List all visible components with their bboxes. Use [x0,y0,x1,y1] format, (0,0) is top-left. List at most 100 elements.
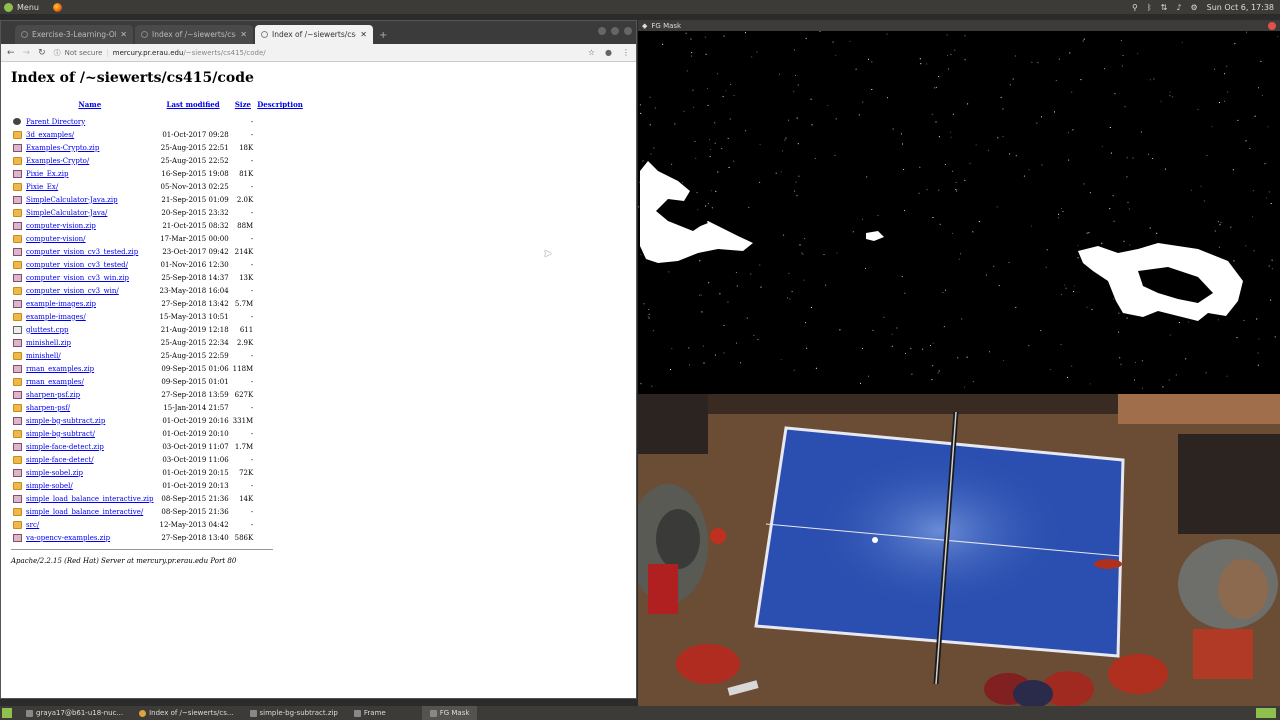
name-column-header[interactable]: Name [24,100,156,115]
size-cell: 214K [234,247,254,256]
network-icon[interactable]: ⇅ [1161,3,1168,12]
address-bar[interactable]: ⓘ Not secure | mercury.pr.erau.edu/~siew… [54,48,580,58]
table-row: va-opencv-examples.zip 27-Sep-2018 13:40 5… [11,531,305,544]
tab-exercise[interactable]: Exercise-3-Learning-Obje ✕ [15,25,133,44]
show-desktop-icon[interactable] [2,708,12,718]
location-icon[interactable]: ⚲ [1132,3,1138,12]
file-link[interactable]: Pixie_Ex/ [26,183,58,191]
fg-mask-close-button[interactable] [1268,21,1276,30]
file-link[interactable]: computer_vision_cv3_tested/ [26,261,128,269]
file-link[interactable]: computer_vision_cv3_win/ [26,287,119,295]
file-link[interactable]: va-opencv-examples.zip [26,534,110,542]
file-link[interactable]: computer-vision/ [26,235,86,243]
tab-close-icon[interactable]: ✕ [240,30,247,39]
folder-icon [13,260,22,269]
tab-index-active[interactable]: Index of /~siewerts/cs41 ✕ [255,25,373,44]
directory-listing: Name Last modified Size Description Pare… [11,100,305,544]
tab-favicon-icon [141,31,148,38]
settings-icon[interactable]: ⚙ [1190,3,1197,12]
file-link[interactable]: src/ [26,521,39,529]
size-cell: - [250,481,254,490]
forward-icon[interactable]: → [23,48,31,58]
file-link[interactable]: Pixie_Ex.zip [26,170,68,178]
size-column-header[interactable]: Size [231,100,256,115]
date-cell: 03-Oct-2019 11:07 [162,442,229,451]
workspace-switcher-icon[interactable] [1256,708,1276,718]
table-row: computer-vision.zip 21-Oct-2015 08:32 88M [11,219,305,232]
file-link[interactable]: SimpleCalculator-Java/ [26,209,107,217]
maximize-button[interactable] [611,27,619,35]
taskbar-item-terminal[interactable]: graya17@b61-u18-nuc... [18,706,131,720]
file-link[interactable]: rman_examples/ [26,378,84,386]
taskbar-item-label: graya17@b61-u18-nuc... [36,709,124,717]
reload-icon[interactable]: ↻ [38,48,46,58]
taskbar-item-chrome[interactable]: Index of /~siewerts/cs... [131,706,241,720]
table-row: rman_examples/09-Sep-2015 01:01 - [11,375,305,388]
file-link[interactable]: simple-bg-subtract/ [26,430,95,438]
file-link[interactable]: gluttest.cpp [26,326,69,334]
file-link[interactable]: sharpen-psf/ [26,404,70,412]
taskbar-item-label: Index of /~siewerts/cs... [149,709,234,717]
more-menu-icon[interactable]: ⋮ [622,48,630,57]
file-link[interactable]: Examples-Crypto.zip [26,144,99,152]
menu-button[interactable]: Menu [0,2,62,12]
table-row: sharpen-psf.zip 27-Sep-2018 13:59 627K [11,388,305,401]
file-link[interactable]: simple-sobel.zip [26,469,83,477]
bookmark-star-icon[interactable]: ☆ [588,48,595,57]
zip-file-icon [13,494,22,503]
text-file-icon [13,325,22,334]
taskbar-item-fgmask[interactable]: FG Mask [421,706,478,720]
file-link[interactable]: computer-vision.zip [26,222,96,230]
back-icon[interactable]: ← [7,48,15,58]
profile-icon[interactable]: ● [605,48,612,57]
icon-column-header [11,100,24,115]
file-link[interactable]: minishell/ [26,352,61,360]
file-link[interactable]: simple-bg-subtract.zip [26,417,105,425]
file-link[interactable]: simple-face-detect/ [26,456,94,464]
tab-label: Index of /~siewerts/cs41 [272,30,357,39]
clock[interactable]: Sun Oct 6, 17:38 [1207,3,1274,12]
last-modified-column-header[interactable]: Last modified [156,100,231,115]
new-tab-button[interactable]: + [379,30,387,41]
volume-icon[interactable]: ♪ [1176,3,1181,12]
file-link[interactable]: Examples-Crypto/ [26,157,89,165]
file-link[interactable]: simple_load_balance_interactive/ [26,508,143,516]
file-link[interactable]: SimpleCalculator-Java.zip [26,196,118,204]
file-link[interactable]: simple-face-detect.zip [26,443,104,451]
file-link[interactable]: example-images.zip [26,300,96,308]
fg-mask-window: ◆ FG Mask [638,20,1280,394]
taskbar-item-frame[interactable]: Frame [346,706,394,720]
file-link[interactable]: simple-sobel/ [26,482,73,490]
file-link[interactable]: 3d_examples/ [26,131,74,139]
parent-directory-link[interactable]: Parent Directory [26,118,85,126]
description-cell [255,284,305,297]
file-link[interactable]: example-images/ [26,313,86,321]
window-icon [429,709,437,717]
size-cell: - [250,156,254,165]
browser-window: Exercise-3-Learning-Obje ✕ Index of /~si… [0,20,637,699]
file-link[interactable]: computer_vision_cv3_win.zip [26,274,129,282]
description-column-header[interactable]: Description [255,100,305,115]
tab-close-icon[interactable]: ✕ [360,30,367,39]
minimize-button[interactable] [598,27,606,35]
date-cell: 15-May-2013 10:51 [159,312,229,321]
date-cell: 08-Sep-2015 21:36 [161,494,229,503]
table-row-parent: Parent Directory - [11,115,305,128]
size-cell: - [250,130,254,139]
separator: | [106,48,109,57]
tab-close-icon[interactable]: ✕ [120,30,127,39]
file-link[interactable]: simple_load_balance_interactive.zip [26,495,154,503]
taskbar-item-archive[interactable]: simple-bg-subtract.zip [242,706,346,720]
close-window-button[interactable] [624,27,632,35]
firefox-launcher-icon[interactable] [52,2,62,12]
file-link[interactable]: minishell.zip [26,339,71,347]
file-link[interactable]: rman_examples.zip [26,365,94,373]
tab-favicon-icon [261,31,268,38]
bluetooth-icon[interactable]: ᛒ [1147,3,1152,12]
file-link[interactable]: computer_vision_cv3_tested.zip [26,248,138,256]
archive-icon [249,709,257,717]
tab-index-1[interactable]: Index of /~siewerts/cs41 ✕ [135,25,253,44]
file-link[interactable]: sharpen-psf.zip [26,391,80,399]
info-icon[interactable]: ⓘ [54,48,61,58]
chrome-icon [139,709,147,717]
